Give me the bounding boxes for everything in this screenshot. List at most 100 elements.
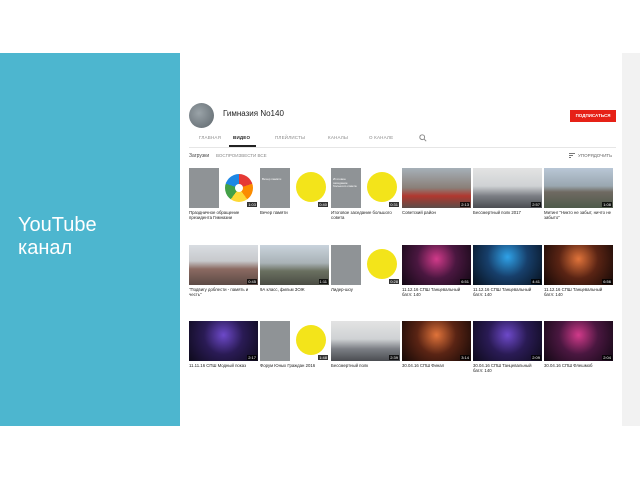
yellow-badge	[296, 172, 326, 202]
duration-badge: 3:14	[460, 355, 470, 360]
video-thumbnail[interactable]: Вечер памяти 0:40	[260, 168, 329, 208]
text-slate	[331, 245, 361, 285]
video-thumbnail[interactable]: 0:45	[189, 245, 258, 285]
video-thumbnail[interactable]: 2:17	[189, 321, 258, 361]
video-card[interactable]: 3:14 30.04.16 СПШ Финал	[402, 321, 471, 368]
duration-badge: 1:03	[247, 202, 257, 207]
duration-badge: 2:17	[247, 355, 257, 360]
video-title[interactable]: Праздничное обращение президента Гимнази…	[189, 210, 258, 220]
video-thumbnail[interactable]: 6:51	[402, 245, 471, 285]
video-thumbnail[interactable]: 4:41	[473, 245, 542, 285]
video-title[interactable]: 30.04.16 СПШ Флешмоб	[544, 363, 613, 368]
video-card[interactable]: 1:03 Праздничное обращение президента Гим…	[189, 168, 258, 220]
video-card[interactable]: 4:41 11.12.16 СПШ Танцевальный батл: 140	[473, 245, 542, 297]
video-card[interactable]: 2:39 Бессмертный полк	[331, 321, 400, 368]
youtube-channel-screenshot: Гимназия No140 ПОДПИСАТЬСЯ ГЛАВНАЯ ВИДЕО…	[181, 53, 622, 426]
video-title[interactable]: "Подвигу доблести - память и честь"	[189, 287, 258, 297]
duration-badge: 1:08	[602, 202, 612, 207]
video-title[interactable]: Бессмертный полк	[331, 363, 400, 368]
subscribe-button[interactable]: ПОДПИСАТЬСЯ	[570, 110, 616, 122]
video-thumbnail[interactable]: 2:39	[331, 321, 400, 361]
video-title[interactable]: Советский район	[402, 210, 471, 215]
video-thumbnail[interactable]: 6:56	[544, 245, 613, 285]
video-card[interactable]: 1:48 Форум Юных Граждан 2016	[260, 321, 329, 368]
video-card[interactable]: 2:57 Бессмертный полк 2017	[473, 168, 542, 215]
video-title[interactable]: Бессмертный полк 2017	[473, 210, 542, 215]
uploads-header: Загрузки ВОСПРОИЗВЕСТИ ВСЕ УПОРЯДОЧИТЬ	[189, 153, 616, 163]
video-thumbnail[interactable]: 1:08	[544, 168, 613, 208]
video-card[interactable]: 2:09 30.04.16 СПШ Танцевальный батл: 140	[473, 321, 542, 373]
tab-about[interactable]: О КАНАЛЕ	[369, 135, 393, 140]
video-thumbnail[interactable]: Итоговое заседание большого совета 0:31	[331, 168, 400, 208]
video-thumbnail[interactable]: 2:13	[402, 168, 471, 208]
video-title[interactable]: 11.12.16 СПШ Танцевальный батл: 140	[473, 287, 542, 297]
video-thumbnail[interactable]: 0:28	[331, 245, 400, 285]
duration-badge: 4:41	[531, 279, 541, 284]
yellow-badge	[296, 325, 326, 355]
channel-tabs: ГЛАВНАЯ ВИДЕО ПЛЕЙЛИСТЫ КАНАЛЫ О КАНАЛЕ	[189, 133, 616, 148]
video-card[interactable]: 1:11 9А класс, фильм ЗОЖ	[260, 245, 329, 292]
tab-channels[interactable]: КАНАЛЫ	[328, 135, 348, 140]
right-edge-strip	[622, 53, 640, 426]
video-card[interactable]: Вечер памяти 0:40 Вечер памяти	[260, 168, 329, 215]
video-title[interactable]: Вечер памяти	[260, 210, 329, 215]
duration-badge: 2:09	[531, 355, 541, 360]
video-title[interactable]: 9А класс, фильм ЗОЖ	[260, 287, 329, 292]
video-thumbnail[interactable]: 2:09	[473, 321, 542, 361]
video-card[interactable]: 6:56 11.12.16 СПШ Танцевальный батл: 140	[544, 245, 613, 297]
duration-badge: 0:31	[389, 202, 399, 207]
duration-badge: 2:39	[389, 355, 399, 360]
video-card[interactable]: Итоговое заседание большого совета 0:31 Ит…	[331, 168, 400, 220]
video-card[interactable]: 2:13 Советский район	[402, 168, 471, 215]
duration-badge: 6:56	[602, 279, 612, 284]
video-card[interactable]: 2:17 11.11.16 СПШ Модный показ	[189, 321, 258, 368]
text-slate	[260, 321, 290, 361]
duration-badge: 6:51	[460, 279, 470, 284]
video-thumbnail[interactable]: 1:48	[260, 321, 329, 361]
duration-badge: 0:40	[318, 202, 328, 207]
video-title[interactable]: Форум Юных Граждан 2016	[260, 363, 329, 368]
yellow-badge	[367, 249, 397, 279]
video-title[interactable]: Итоговое заседание большого совета	[331, 210, 400, 220]
video-title[interactable]: Митинг "Никто не забыт, ничто не забыто"	[544, 210, 613, 220]
slide-title-line1: YouTube	[18, 214, 97, 236]
video-thumbnail[interactable]: 1:03	[189, 168, 258, 208]
sort-button[interactable]: УПОРЯДОЧИТЬ	[578, 153, 612, 158]
video-thumbnail[interactable]: 1:11	[260, 245, 329, 285]
video-thumbnail[interactable]: 2:04	[544, 321, 613, 361]
duration-badge: 2:04	[602, 355, 612, 360]
uploads-label: Загрузки	[189, 153, 210, 159]
slide-title-line2: канал	[18, 237, 73, 259]
video-title[interactable]: 30.04.16 СПШ Финал	[402, 363, 471, 368]
video-title[interactable]: Лидер-шоу	[331, 287, 400, 292]
video-card[interactable]: 1:08 Митинг "Никто не забыт, ничто не заб…	[544, 168, 613, 220]
text-slate	[260, 168, 290, 208]
search-icon[interactable]	[419, 134, 427, 142]
video-card[interactable]: 2:04 30.04.16 СПШ Флешмоб	[544, 321, 613, 368]
slide-title: YouTube канал	[18, 214, 168, 260]
video-title[interactable]: 11.11.16 СПШ Модный показ	[189, 363, 258, 368]
tab-videos[interactable]: ВИДЕО	[233, 135, 250, 140]
video-title[interactable]: 11.12.16 СПШ Танцевальный батл: 140	[402, 287, 471, 297]
tab-playlists[interactable]: ПЛЕЙЛИСТЫ	[275, 135, 305, 140]
video-card[interactable]: 0:45 "Подвигу доблести - память и честь"	[189, 245, 258, 297]
sort-icon[interactable]	[569, 153, 575, 158]
duration-badge: 2:13	[460, 202, 470, 207]
video-card[interactable]: 0:28 Лидер-шоу	[331, 245, 400, 292]
duration-badge: 1:48	[318, 355, 328, 360]
video-thumbnail[interactable]: 2:57	[473, 168, 542, 208]
video-title[interactable]: 11.12.16 СПШ Танцевальный батл: 140	[544, 287, 613, 297]
duration-badge: 0:45	[247, 279, 257, 284]
channel-avatar[interactable]	[189, 103, 214, 128]
video-thumbnail[interactable]: 3:14	[402, 321, 471, 361]
emblem-center	[235, 184, 243, 192]
video-card[interactable]: 6:51 11.12.16 СПШ Танцевальный батл: 140	[402, 245, 471, 297]
play-all-link[interactable]: ВОСПРОИЗВЕСТИ ВСЕ	[216, 153, 267, 158]
video-title[interactable]: 30.04.16 СПШ Танцевальный батл: 140	[473, 363, 542, 373]
channel-name[interactable]: Гимназия No140	[223, 109, 284, 118]
duration-badge: 2:57	[531, 202, 541, 207]
slate-text: Вечер памяти	[262, 177, 282, 181]
tab-home[interactable]: ГЛАВНАЯ	[199, 135, 221, 140]
duration-badge: 0:28	[389, 279, 399, 284]
duration-badge: 1:11	[318, 279, 328, 284]
